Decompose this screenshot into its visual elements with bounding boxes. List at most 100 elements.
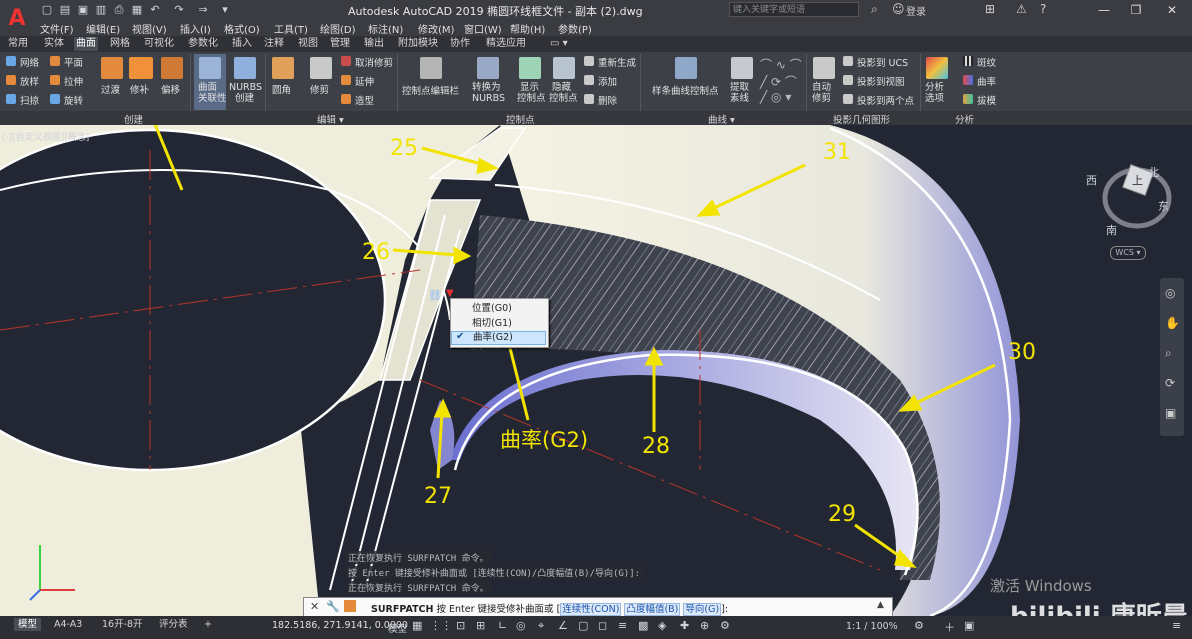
viewcube-north-label[interactable]: 北 bbox=[1148, 164, 1159, 180]
gizmo-icon[interactable]: ✚ bbox=[680, 619, 689, 632]
tab-home[interactable]: 常用 bbox=[6, 37, 30, 51]
viewcube-south-label[interactable]: 南 bbox=[1106, 222, 1117, 238]
offset-button[interactable]: 偏移 bbox=[159, 55, 185, 109]
menu-help[interactable]: 帮助(H) bbox=[510, 21, 545, 36]
patch-button[interactable]: 修补 bbox=[127, 55, 155, 109]
layout-tab-a4a3[interactable]: A4-A3 bbox=[50, 618, 86, 631]
menu-file[interactable]: 文件(F) bbox=[40, 21, 74, 36]
3d-osnap-icon[interactable]: ◻ bbox=[598, 619, 607, 632]
tab-solid[interactable]: 实体 bbox=[42, 37, 66, 51]
tab-manage[interactable]: 管理 bbox=[328, 37, 352, 51]
close-command-icon[interactable]: ✕ bbox=[310, 600, 319, 613]
showmotion-icon[interactable]: ▣ bbox=[1165, 406, 1176, 420]
viewcube-east-label[interactable]: 东 bbox=[1158, 198, 1169, 214]
tab-featured[interactable]: 精选应用 bbox=[484, 37, 528, 51]
show-cv-button[interactable]: 显示 控制点 bbox=[513, 54, 547, 110]
menu-view[interactable]: 视图(V) bbox=[132, 21, 167, 36]
nurbs-creation-button[interactable]: NURBS 创建 bbox=[229, 54, 262, 110]
settings-gear-icon[interactable]: ⚙ bbox=[914, 619, 924, 632]
user-icon[interactable]: ☺ bbox=[892, 2, 905, 16]
panel-title-edit[interactable]: 编辑 ▾ bbox=[317, 112, 344, 126]
redo-icon[interactable]: ↷ bbox=[172, 3, 186, 16]
orbit-icon[interactable]: ⟳ bbox=[1165, 376, 1175, 390]
wrench-icon[interactable]: 🔧 bbox=[326, 600, 340, 613]
viewcube-west-label[interactable]: 西 bbox=[1086, 172, 1097, 188]
option-continuity[interactable]: 连续性(CON) bbox=[560, 603, 622, 616]
panel-title-project[interactable]: 投影几何图形 bbox=[833, 112, 890, 126]
hardware-accel-icon[interactable]: ▣ bbox=[964, 619, 974, 632]
osnap-tracking-icon[interactable]: ∠ bbox=[558, 619, 568, 632]
viewcube[interactable]: 上 北 西 东 南 bbox=[1086, 158, 1182, 248]
model-space-button[interactable]: 模型 bbox=[388, 621, 407, 635]
tab-insert[interactable]: 插入 bbox=[230, 37, 254, 51]
close-button[interactable]: ✕ bbox=[1154, 0, 1190, 20]
grid-icon[interactable]: ▦ bbox=[412, 619, 422, 632]
trim-button[interactable]: 修剪 bbox=[308, 55, 334, 109]
tab-output[interactable]: 输出 bbox=[362, 37, 386, 51]
panel-title-analysis[interactable]: 分析 bbox=[955, 112, 974, 126]
saveas-icon[interactable]: ▥ bbox=[94, 3, 108, 16]
menu-window[interactable]: 窗口(W) bbox=[464, 21, 502, 36]
menu-item-tangent-g1[interactable]: 相切(G1) bbox=[451, 316, 546, 331]
auto-trim-button[interactable]: 自动 修剪 bbox=[810, 54, 838, 110]
panel-title-control-points[interactable]: 控制点 bbox=[506, 112, 535, 126]
layout-tab-model[interactable]: 模型 bbox=[14, 618, 42, 631]
fillet-button[interactable]: 圆角 bbox=[270, 55, 296, 109]
curve-tool-icons[interactable]: ⌒ ∿ ⌒ ╱ ⟳ ⌒ ╱ ◎ ▾ bbox=[760, 56, 802, 104]
command-dropdown-icon[interactable]: ▲ bbox=[877, 600, 884, 610]
isodraft-icon[interactable]: ⌖ bbox=[538, 619, 544, 633]
tab-overflow-icon[interactable]: ▭ ▾ bbox=[548, 37, 570, 51]
command-line[interactable]: ✕ 🔧 SURFPATCH 按 Enter 键接受修补曲面或 [连续性(CON)… bbox=[303, 597, 893, 617]
zoom-icon[interactable]: ⌕ bbox=[1165, 346, 1172, 361]
wcs-menu[interactable]: WCS ▾ bbox=[1110, 246, 1146, 260]
menu-insert[interactable]: 插入(I) bbox=[180, 21, 211, 36]
save-icon[interactable]: ▣ bbox=[76, 3, 90, 16]
panel-title-create[interactable]: 创建 bbox=[124, 112, 143, 126]
viewport-controls-label[interactable]: [-][自定义视图][概念] bbox=[2, 130, 89, 143]
grip-lock-icon[interactable]: ⛓ bbox=[428, 289, 442, 302]
convert-nurbs-button[interactable]: 转换为 NURBS bbox=[470, 54, 506, 110]
new-icon[interactable]: ▢ bbox=[40, 3, 54, 16]
menu-tools[interactable]: 工具(T) bbox=[274, 21, 308, 36]
add-layout-button[interactable]: + bbox=[200, 618, 216, 631]
menu-edit[interactable]: 编辑(E) bbox=[86, 21, 120, 36]
annotation-scale[interactable]: 1:1 / 100% bbox=[846, 621, 898, 632]
customize-icon[interactable]: ▾ bbox=[218, 3, 232, 16]
ortho-icon[interactable]: ∟ bbox=[498, 619, 507, 632]
spline-cv-button[interactable]: 样条曲线控制点 bbox=[650, 55, 722, 109]
tab-surface[interactable]: 曲面 bbox=[74, 37, 98, 51]
layout-tab-score[interactable]: 评分表 bbox=[155, 618, 192, 631]
autocad-logo-icon[interactable]: A bbox=[0, 0, 34, 36]
tab-parametric[interactable]: 参数化 bbox=[186, 37, 220, 51]
lineweight-icon[interactable]: ≡ bbox=[618, 619, 627, 632]
tab-view[interactable]: 视图 bbox=[296, 37, 320, 51]
infer-icon[interactable]: ⊡ bbox=[456, 619, 465, 632]
open-icon[interactable]: ▤ bbox=[58, 3, 72, 16]
menu-modify[interactable]: 修改(M) bbox=[418, 21, 454, 36]
share-icon[interactable]: ⇒ bbox=[196, 3, 210, 16]
menu-item-position-g0[interactable]: 位置(G0) bbox=[451, 301, 546, 316]
tab-visualize[interactable]: 可视化 bbox=[142, 37, 176, 51]
binoculars-icon[interactable]: ⌕ bbox=[871, 2, 878, 17]
analysis-options-button[interactable]: 分析 选项 bbox=[923, 54, 951, 110]
option-guides[interactable]: 导向(G) bbox=[683, 603, 722, 616]
help-icon[interactable]: ? bbox=[1040, 2, 1046, 16]
exchange-icon[interactable]: ⚠ bbox=[1016, 2, 1027, 16]
selection-cycling-icon[interactable]: ◈ bbox=[658, 619, 666, 632]
pan-icon[interactable]: ✋ bbox=[1165, 316, 1180, 330]
blend-button[interactable]: 过渡 bbox=[99, 55, 125, 109]
minimize-button[interactable]: — bbox=[1086, 0, 1122, 20]
menu-parameters[interactable]: 参数(P) bbox=[558, 21, 592, 36]
menu-draw[interactable]: 绘图(D) bbox=[320, 21, 356, 36]
polar-icon[interactable]: ◎ bbox=[516, 619, 526, 632]
hide-cv-button[interactable]: 隐藏 控制点 bbox=[547, 54, 581, 110]
panel-title-curves[interactable]: 曲线 ▾ bbox=[708, 112, 735, 126]
tab-addins[interactable]: 附加模块 bbox=[396, 37, 440, 51]
steering-wheel-icon[interactable]: ◎ bbox=[1165, 286, 1175, 300]
tab-collaborate[interactable]: 协作 bbox=[448, 37, 472, 51]
customize-status-icon[interactable]: ≡ bbox=[1172, 619, 1181, 632]
menu-item-curvature-g2[interactable]: 曲率(G2) bbox=[451, 331, 546, 345]
tab-annotate[interactable]: 注释 bbox=[262, 37, 286, 51]
menu-dimension[interactable]: 标注(N) bbox=[368, 21, 403, 36]
cart-icon[interactable]: ⊞ bbox=[985, 2, 995, 16]
